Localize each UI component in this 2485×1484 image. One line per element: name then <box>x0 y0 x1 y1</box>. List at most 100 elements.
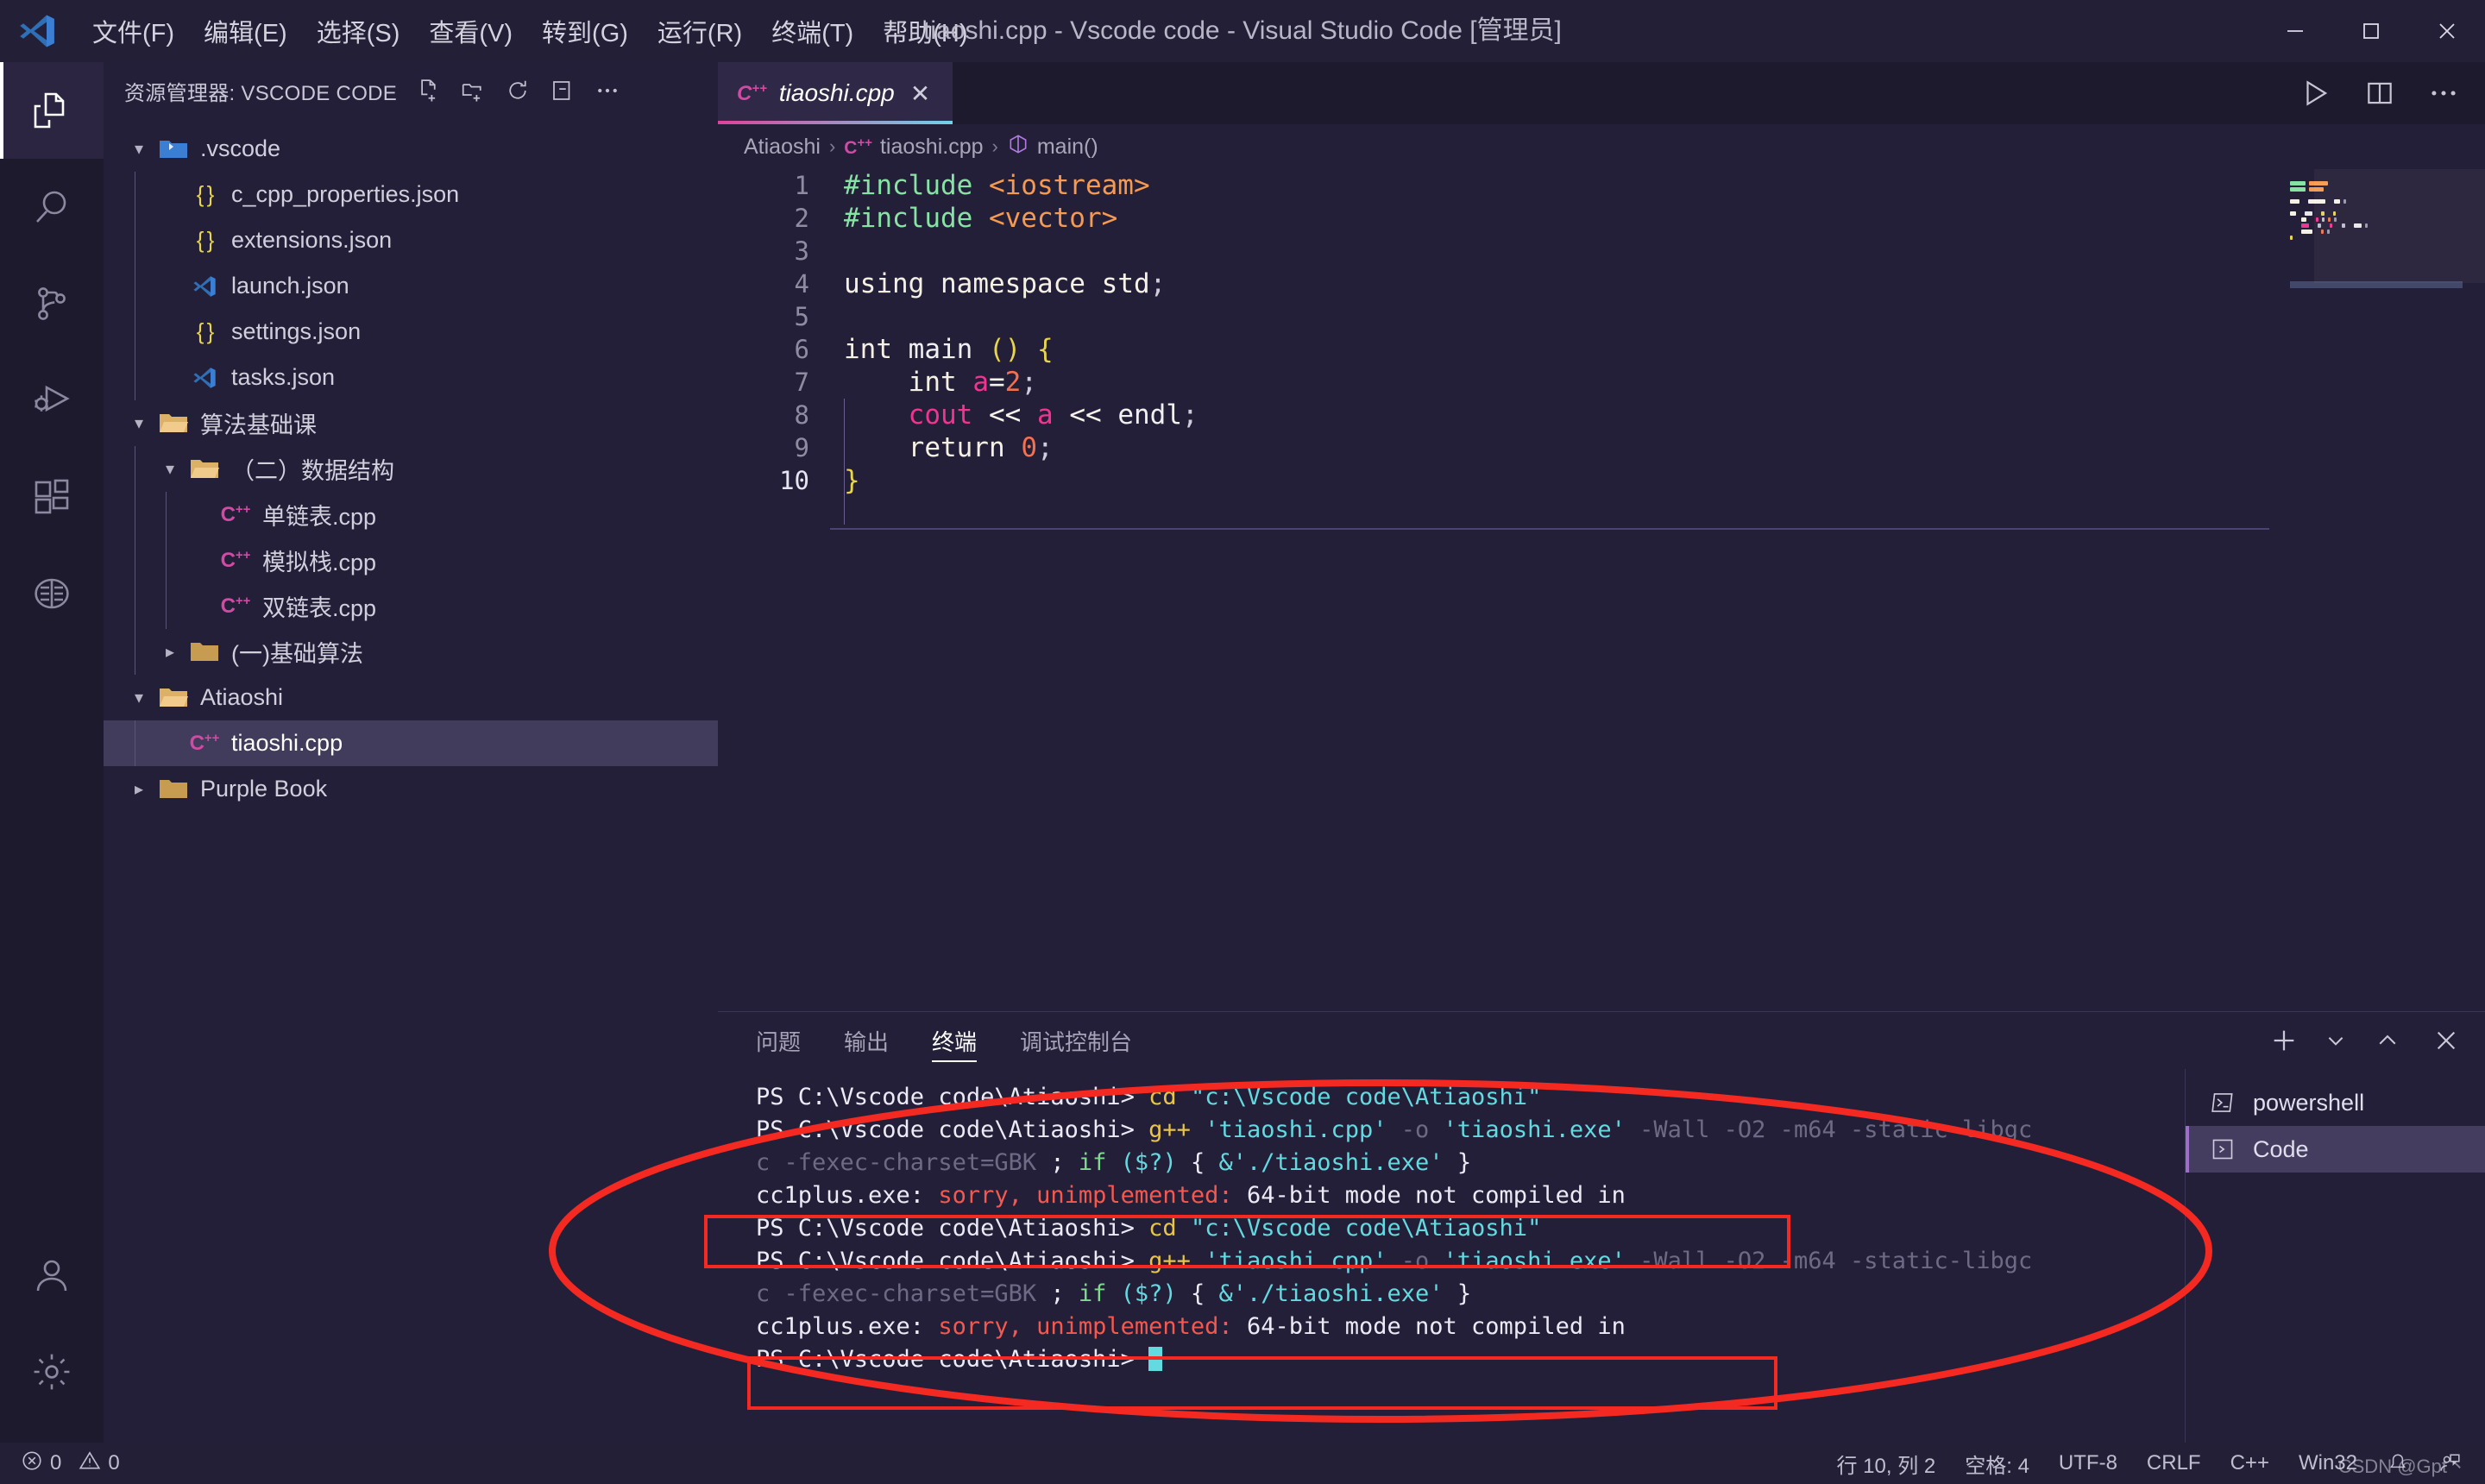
feedback-icon[interactable] <box>2438 1452 2461 1475</box>
code-token: std <box>1101 268 1150 299</box>
activity-item-explorer[interactable] <box>0 62 104 159</box>
activity-item-extensions[interactable] <box>0 449 104 545</box>
code-line: 2 #include <vector> <box>718 202 2485 235</box>
menu-go[interactable]: 转到(G) <box>527 6 643 56</box>
panel-tab-problems[interactable]: 问题 <box>756 1012 801 1069</box>
activity-item-search[interactable] <box>0 159 104 255</box>
refresh-icon[interactable] <box>499 72 537 110</box>
tree-item[interactable]: ▾ 算法基础课 <box>104 400 718 446</box>
tree-item[interactable]: ▸C++模拟栈.cpp <box>104 538 718 583</box>
encoding[interactable]: UTF-8 <box>2059 1451 2117 1475</box>
indentation[interactable]: 空格: 4 <box>1965 1449 2029 1479</box>
activity-item-remote-explorer[interactable] <box>0 545 104 642</box>
editor-tab-tiaoshi-cpp[interactable]: C++ tiaoshi.cpp ✕ <box>718 62 953 124</box>
run-code-icon[interactable] <box>2295 72 2337 114</box>
minimap-slider[interactable] <box>2314 169 2485 283</box>
code-token: return <box>908 432 1005 463</box>
split-editor-icon[interactable] <box>2359 72 2400 114</box>
more-actions-icon[interactable] <box>588 72 626 110</box>
tree-item-label: 模拟栈.cpp <box>262 550 377 575</box>
breadcrumb-item-folder[interactable]: Atiaoshi <box>744 135 821 160</box>
menu-selection[interactable]: 选择(S) <box>302 6 415 56</box>
close-icon[interactable]: ✕ <box>907 79 934 108</box>
new-file-icon[interactable] <box>409 72 447 110</box>
close-button[interactable] <box>2409 0 2485 62</box>
folder-open-icon <box>154 686 193 710</box>
platform[interactable]: Win32 <box>2299 1451 2357 1475</box>
tree-item[interactable]: ▸launch.json <box>104 263 718 309</box>
menu-bar: 文件(F) 编辑(E) 选择(S) 查看(V) 转到(G) 运行(R) 终端(T… <box>78 6 982 56</box>
close-panel-icon[interactable] <box>2426 1021 2466 1060</box>
panel-tab-debug-console[interactable]: 调试控制台 <box>1020 1012 1132 1069</box>
tree-item[interactable]: ▾ （二）数据结构 <box>104 446 718 492</box>
eol[interactable]: CRLF <box>2147 1451 2201 1475</box>
menu-edit[interactable]: 编辑(E) <box>189 6 302 56</box>
code-token: } <box>844 465 860 496</box>
tree-item[interactable]: ▸ Purple Book <box>104 766 718 812</box>
maximize-panel-icon[interactable] <box>2368 1021 2407 1060</box>
add-terminal-icon[interactable] <box>2264 1021 2304 1060</box>
code-token: #include <box>844 170 989 201</box>
tree-item[interactable]: ▸ (一)基础算法 <box>104 629 718 675</box>
menu-file[interactable]: 文件(F) <box>78 6 189 56</box>
terminal-list-item-powershell[interactable]: powershell <box>2186 1079 2485 1126</box>
panel-tab-terminal[interactable]: 终端 <box>932 1012 978 1069</box>
menu-help[interactable]: 帮助(H) <box>868 6 982 56</box>
activity-item-source-control[interactable] <box>0 255 104 352</box>
activity-item-run-and-debug[interactable] <box>0 352 104 449</box>
terminal-list-item-code[interactable]: Code <box>2186 1126 2485 1173</box>
tree-item[interactable]: ▸{ }settings.json <box>104 309 718 355</box>
tree-item[interactable]: ▸C++tiaoshi.cpp <box>104 720 718 766</box>
collapse-all-icon[interactable] <box>544 72 582 110</box>
status-problems[interactable]: 0 0 <box>21 1449 120 1478</box>
cpp-icon: C++ <box>220 594 251 618</box>
tree-item[interactable]: ▸C++双链表.cpp <box>104 583 718 629</box>
warning-triangle-icon <box>79 1449 101 1478</box>
panel-tab-output[interactable]: 输出 <box>844 1012 889 1069</box>
terminal-token: &'./tiaoshi.exe' <box>1218 1149 1444 1176</box>
powershell-icon <box>2208 1090 2237 1116</box>
tree-item[interactable]: ▸tasks.json <box>104 355 718 400</box>
breadcrumb-item-file[interactable]: C++ tiaoshi.cpp <box>844 135 983 160</box>
tree-item[interactable]: ▸{ }c_cpp_properties.json <box>104 172 718 217</box>
chevron-right-icon[interactable]: ▸ <box>155 641 185 663</box>
maximize-button[interactable] <box>2333 0 2409 62</box>
chevron-down-icon[interactable]: ▾ <box>155 458 185 480</box>
line-number: 6 <box>794 335 809 364</box>
chevron-right-icon[interactable]: ▸ <box>124 778 154 800</box>
gear-icon[interactable] <box>0 1324 104 1420</box>
terminal-token: if <box>1078 1149 1121 1176</box>
menu-terminal[interactable]: 终端(T) <box>757 6 868 56</box>
terminal-icon <box>2208 1136 2237 1162</box>
account-icon[interactable] <box>0 1227 104 1324</box>
breadcrumb-file-label: tiaoshi.cpp <box>879 134 984 159</box>
minimize-button[interactable] <box>2257 0 2333 62</box>
menu-run[interactable]: 运行(R) <box>643 6 757 56</box>
menu-view[interactable]: 查看(V) <box>414 6 527 56</box>
tree-item[interactable]: ▸C++单链表.cpp <box>104 492 718 538</box>
tree-item[interactable]: ▾ Atiaoshi <box>104 675 718 720</box>
new-folder-icon[interactable] <box>454 72 492 110</box>
code-token: ; <box>1036 432 1054 463</box>
cursor-position[interactable]: 行 10, 列 2 <box>1837 1449 1936 1479</box>
terminal-cursor <box>1148 1347 1163 1371</box>
chevron-down-icon[interactable] <box>2323 1021 2349 1060</box>
json-icon: { } <box>196 181 215 207</box>
code-token: <iostream> <box>988 170 1150 201</box>
chevron-down-icon[interactable]: ▾ <box>124 138 154 160</box>
code-editor[interactable]: 1 #include <iostream> 2 #include <vector> 3 4… <box>718 169 2485 1011</box>
tree-item[interactable]: ▾ .vscode <box>104 126 718 172</box>
terminal-line: PS C:\Vscode code\Atiaoshi> cd "c:\Vscod… <box>756 1212 2185 1245</box>
language-mode[interactable]: C++ <box>2230 1451 2269 1475</box>
terminal-output[interactable]: PS C:\Vscode code\Atiaoshi> cd "c:\Vscod… <box>718 1069 2185 1443</box>
terminal-token: cd <box>1148 1084 1191 1110</box>
minimap[interactable] <box>2269 169 2485 1011</box>
more-actions-icon[interactable] <box>2423 72 2464 114</box>
tree-item[interactable]: ▸{ }extensions.json <box>104 217 718 263</box>
bell-icon[interactable] <box>2387 1452 2409 1475</box>
chevron-down-icon[interactable]: ▾ <box>124 412 154 434</box>
terminal-line: c -fexec-charset=GBK ; if ($?) { &'./tia… <box>756 1147 2185 1179</box>
breadcrumb-item-symbol[interactable]: main() <box>1007 133 1098 161</box>
chevron-down-icon[interactable]: ▾ <box>124 687 154 708</box>
